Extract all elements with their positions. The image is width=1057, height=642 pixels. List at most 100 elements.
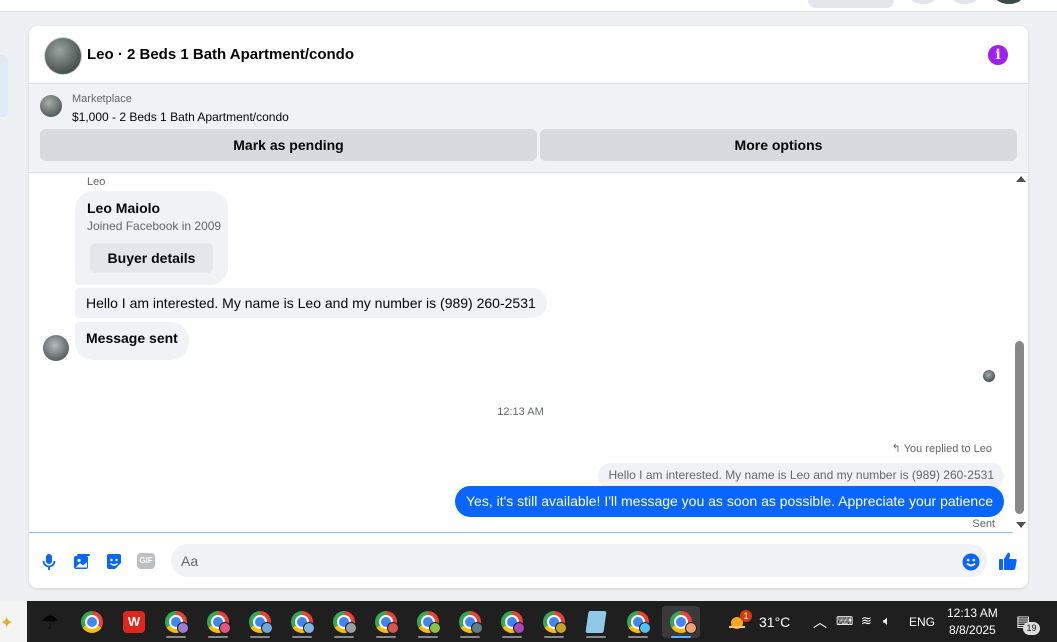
input-method-icon[interactable]: ⌨	[836, 614, 853, 628]
running-indicator	[418, 636, 438, 638]
running-indicator	[334, 636, 354, 638]
message-timestamp: 12:13 AM	[497, 406, 544, 418]
running-indicator	[292, 636, 312, 638]
outgoing-message[interactable]: Yes, it's still available! I'll message …	[454, 486, 1004, 517]
scrollbar-thumb[interactable]	[1015, 341, 1024, 514]
profile-badge-icon	[471, 622, 483, 634]
umbrella-icon: ☂	[41, 611, 59, 634]
running-indicator	[544, 636, 564, 638]
top-pill-button[interactable]	[808, 0, 894, 8]
running-indicator	[671, 636, 691, 638]
notification-count-badge: 19	[1023, 622, 1040, 635]
language-indicator[interactable]: ENG	[909, 615, 935, 629]
message-status: Sent	[972, 518, 995, 530]
profile-badge-icon	[387, 622, 399, 634]
gif-icon[interactable]: GIF	[137, 553, 155, 569]
notepad-icon	[585, 611, 607, 633]
listing-thumbnail[interactable]	[40, 95, 62, 117]
chevron-up-icon[interactable]: ︿	[813, 612, 827, 632]
emoji-icon[interactable]	[962, 553, 980, 571]
marketplace-label: Marketplace	[72, 93, 132, 105]
running-indicator	[460, 636, 480, 638]
profile-badge-icon	[685, 622, 697, 634]
sender-avatar[interactable]	[43, 335, 69, 361]
profile-badge-icon	[303, 622, 315, 634]
marketplace-banner: Marketplace $1,000 - 2 Beds 1 Bath Apart…	[29, 84, 1028, 173]
volume-icon[interactable]: 🔈︎	[883, 613, 891, 629]
replied-text: You replied to Leo	[903, 443, 992, 455]
buyer-details-button[interactable]: Buyer details	[90, 243, 213, 273]
profile-badge-icon	[555, 622, 567, 634]
top-circle-button[interactable]	[950, 0, 980, 4]
scroll-up-arrow-icon[interactable]	[1016, 176, 1026, 182]
taskbar-chrome-profile[interactable]	[244, 606, 276, 638]
info-icon[interactable]: i	[988, 45, 1008, 65]
photo-icon[interactable]	[73, 553, 91, 571]
message-input[interactable]	[171, 544, 987, 577]
sticker-icon[interactable]	[105, 553, 123, 571]
profile-badge-icon	[219, 622, 231, 634]
taskbar-chrome-profile[interactable]	[622, 606, 654, 638]
top-circle-button[interactable]	[908, 0, 938, 4]
widget-sparkle-icon: ✦	[0, 615, 14, 632]
wifi-icon[interactable]: ≋	[861, 613, 872, 629]
profile-badge-icon	[639, 622, 651, 634]
wps-office-icon: W	[123, 611, 145, 633]
message-composer: GIF	[29, 533, 1028, 588]
taskbar-chrome-profile[interactable]	[454, 606, 486, 638]
mark-as-pending-button[interactable]: Mark as pending	[40, 129, 537, 161]
message-thread[interactable]: Leo Leo Maiolo Joined Facebook in 2009 B…	[29, 173, 1028, 533]
taskbar-chrome-profile[interactable]	[412, 606, 444, 638]
taskbar-app-chrome[interactable]	[76, 606, 108, 638]
taskbar-left-widget[interactable]: ✦	[0, 601, 27, 642]
clock-time[interactable]: 12:13 AM	[947, 606, 998, 620]
taskbar-chrome-active[interactable]	[662, 606, 700, 638]
seen-indicator-avatar	[983, 370, 995, 382]
profile-badge-icon	[345, 622, 357, 634]
profile-badge-icon	[429, 622, 441, 634]
clock-date[interactable]: 8/8/2025	[949, 623, 996, 637]
listing-title[interactable]: $1,000 - 2 Beds 1 Bath Apartment/condo	[72, 110, 289, 124]
profile-badge-icon	[177, 622, 189, 634]
buyer-joined: Joined Facebook in 2009	[87, 219, 222, 233]
thread-scrollbar[interactable]	[1013, 173, 1028, 533]
buyer-name[interactable]: Leo Maiolo	[87, 200, 160, 216]
running-indicator	[628, 636, 648, 638]
replied-label: ↰ You replied to Leo	[892, 442, 993, 455]
incoming-message[interactable]: Hello I am interested. My name is Leo an…	[75, 288, 547, 318]
taskbar-chrome-profile[interactable]	[160, 606, 192, 638]
listing-avatar[interactable]	[44, 37, 82, 75]
scroll-down-arrow-icon[interactable]	[1016, 522, 1026, 528]
running-indicator	[502, 636, 522, 638]
reply-arrow-icon: ↰	[891, 443, 901, 455]
taskbar-app-wps[interactable]: W	[118, 606, 150, 638]
running-indicator	[586, 636, 606, 638]
taskbar-chrome-profile[interactable]	[496, 606, 528, 638]
windows-taskbar: ✦ ☂ W 1 31°C ︿ ⌨ ≋ 🔈︎ ENG 12:13 AM 8/8/2…	[0, 601, 1057, 642]
thumbs-up-icon[interactable]	[998, 551, 1018, 571]
top-profile-avatar[interactable]	[994, 0, 1024, 4]
chat-header: Leo · 2 Beds 1 Bath Apartment/condo i	[29, 26, 1028, 84]
left-nav-highlight	[0, 55, 8, 117]
profile-badge-icon	[261, 622, 273, 634]
buyer-profile-card: Leo Maiolo Joined Facebook in 2009 Buyer…	[75, 191, 228, 285]
chat-window: Leo · 2 Beds 1 Bath Apartment/condo i Ma…	[29, 26, 1028, 588]
more-options-button[interactable]: More options	[540, 129, 1017, 161]
temperature[interactable]: 31°C	[759, 614, 790, 630]
taskbar-chrome-profile[interactable]	[328, 606, 360, 638]
taskbar-app-notepad[interactable]	[580, 606, 612, 638]
taskbar-chrome-profile[interactable]	[538, 606, 570, 638]
running-indicator	[376, 636, 396, 638]
microphone-icon[interactable]	[40, 553, 58, 571]
taskbar-chrome-profile[interactable]	[286, 606, 318, 638]
taskbar-chrome-profile[interactable]	[370, 606, 402, 638]
profile-badge-icon	[513, 622, 525, 634]
taskbar-chrome-profile[interactable]	[202, 606, 234, 638]
running-indicator	[166, 636, 186, 638]
chat-title[interactable]: Leo · 2 Beds 1 Bath Apartment/condo	[87, 46, 354, 63]
browser-top-strip	[0, 0, 1057, 12]
taskbar-app-umbrella[interactable]: ☂	[34, 606, 66, 638]
incoming-message[interactable]: Message sent	[75, 322, 189, 360]
weather-alert-badge: 1	[740, 610, 752, 622]
sender-label: Leo	[87, 176, 106, 188]
